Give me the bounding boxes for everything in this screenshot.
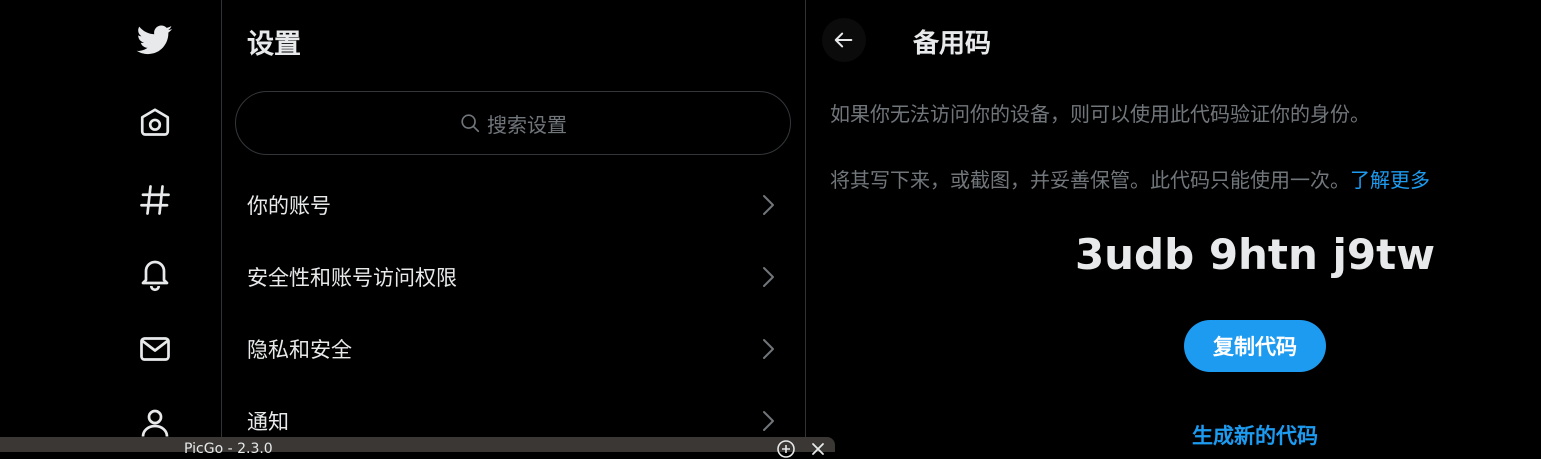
settings-title: 设置 (247, 29, 301, 60)
description-text: 如果你无法访问你的设备，则可以使用此代码验证你的身份。 (830, 102, 1370, 126)
mail-icon[interactable] (134, 328, 176, 370)
arrow-left-icon (834, 32, 853, 48)
hashtag-icon[interactable] (134, 179, 176, 221)
back-button[interactable] (822, 18, 866, 62)
search-icon (461, 114, 480, 133)
close-icon[interactable] (808, 439, 828, 459)
backup-code-panel: 备用码 如果你无法访问你的设备，则可以使用此代码验证你的身份。 将其写下来，或截… (806, 0, 1541, 452)
chevron-right-icon (763, 411, 774, 431)
menu-item-security[interactable]: 安全性和账号访问权限 (222, 241, 805, 313)
menu-item-label: 安全性和账号访问权限 (247, 266, 457, 290)
left-nav (0, 0, 221, 452)
search-placeholder: 搜索设置 (487, 112, 567, 137)
plus-circle-icon[interactable] (776, 439, 796, 459)
twitter-logo-icon[interactable] (134, 19, 176, 61)
search-input[interactable]: 搜索设置 (235, 91, 791, 155)
settings-column: 设置 搜索设置 你的账号 安全性和账号访问权限 隐私和安全 通知 (222, 0, 805, 452)
instruction-text-body: 将其写下来，或截图，并妥善保管。此代码只能使用一次。 (830, 168, 1350, 192)
overlay-title: PicGo - 2.3.0 (184, 441, 273, 457)
menu-item-label: 你的账号 (247, 194, 331, 218)
picgo-overlay-bar[interactable]: PicGo - 2.3.0 (0, 437, 835, 458)
home-icon[interactable] (134, 103, 176, 145)
instruction-text: 将其写下来，或截图，并妥善保管。此代码只能使用一次。了解更多 (830, 164, 1430, 193)
generate-new-code-link[interactable]: 生成新的代码 (806, 420, 1541, 450)
backup-code: 3udb 9htn j9tw (1074, 230, 1436, 279)
bell-icon[interactable] (134, 253, 176, 295)
menu-item-label: 通知 (247, 410, 289, 434)
menu-item-your-account[interactable]: 你的账号 (222, 169, 805, 241)
learn-more-link[interactable]: 了解更多 (1350, 168, 1430, 192)
page-title: 备用码 (913, 29, 992, 59)
chevron-right-icon (763, 195, 774, 215)
copy-code-button[interactable]: 复制代码 (1184, 320, 1326, 372)
menu-item-label: 隐私和安全 (247, 338, 352, 362)
menu-item-privacy[interactable]: 隐私和安全 (222, 313, 805, 385)
chevron-right-icon (763, 267, 774, 287)
chevron-right-icon (763, 339, 774, 359)
